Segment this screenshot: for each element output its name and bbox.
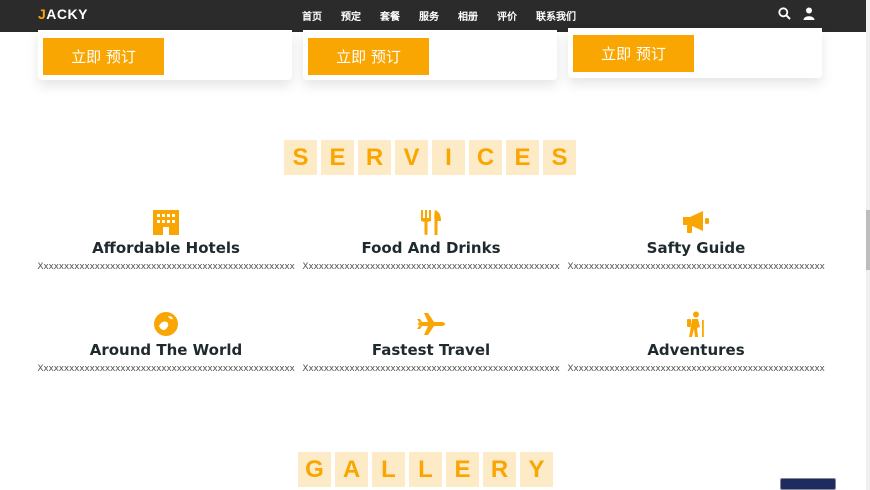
heading-letter: L xyxy=(409,452,442,487)
plane-icon xyxy=(301,311,561,339)
service-title: Around The World xyxy=(89,341,243,359)
heading-letter: V xyxy=(395,140,428,175)
heading-letter: C xyxy=(469,140,502,175)
package-card: 立即 预订 xyxy=(38,30,292,80)
service-item: Safty Guide Xxxxxxxxxxxxxxxxxxxxxxxxxxxx… xyxy=(566,209,826,272)
floating-widget[interactable] xyxy=(780,478,836,490)
service-item: Around The World Xxxxxxxxxxxxxxxxxxxxxxx… xyxy=(36,311,296,374)
bullhorn-icon xyxy=(566,209,826,237)
search-icon[interactable] xyxy=(778,7,791,20)
page-scrollbar-thumb[interactable] xyxy=(866,210,870,270)
brand-logo[interactable]: JACKY xyxy=(38,6,88,22)
book-now-button[interactable]: 立即 预订 xyxy=(43,38,164,75)
heading-letter: A xyxy=(335,452,368,487)
service-description: Xxxxxxxxxxxxxxxxxxxxxxxxxxxxxxxxxxxxxxxx… xyxy=(37,364,295,374)
nav-item-gallery[interactable]: 相册 xyxy=(458,8,478,23)
service-item: Food And Drinks Xxxxxxxxxxxxxxxxxxxxxxxx… xyxy=(301,209,561,272)
globe-icon xyxy=(36,311,296,339)
service-item: Fastest Travel Xxxxxxxxxxxxxxxxxxxxxxxxx… xyxy=(301,311,561,374)
service-description: Xxxxxxxxxxxxxxxxxxxxxxxxxxxxxxxxxxxxxxxx… xyxy=(302,262,560,272)
heading-letter: E xyxy=(506,140,539,175)
nav-item-services[interactable]: 服务 xyxy=(419,8,439,23)
service-item: Adventures Xxxxxxxxxxxxxxxxxxxxxxxxxxxxx… xyxy=(566,311,826,374)
brand-name-rest: ACKY xyxy=(46,6,88,22)
package-card: 立即 预订 xyxy=(303,30,557,80)
nav-item-reviews[interactable]: 评价 xyxy=(497,8,517,23)
service-item: Affordable Hotels Xxxxxxxxxxxxxxxxxxxxxx… xyxy=(36,209,296,272)
service-title: Food And Drinks xyxy=(361,239,501,257)
service-description: Xxxxxxxxxxxxxxxxxxxxxxxxxxxxxxxxxxxxxxxx… xyxy=(302,364,560,374)
hotel-icon xyxy=(36,209,296,237)
heading-letter: L xyxy=(372,452,405,487)
user-icon[interactable] xyxy=(803,7,815,20)
heading-letter: S xyxy=(543,140,576,175)
nav-item-home[interactable]: 首页 xyxy=(302,8,322,23)
services-heading: S E R V I C E S xyxy=(284,140,576,175)
service-description: Xxxxxxxxxxxxxxxxxxxxxxxxxxxxxxxxxxxxxxxx… xyxy=(567,364,825,374)
heading-letter: Y xyxy=(520,452,553,487)
gallery-heading: G A L L E R Y xyxy=(298,452,553,487)
hiking-icon xyxy=(566,311,826,339)
heading-letter: I xyxy=(432,140,465,175)
heading-letter: G xyxy=(298,452,331,487)
nav-menu: 首页 预定 套餐 服务 相册 评价 联系我们 xyxy=(302,8,595,23)
nav-item-contact[interactable]: 联系我们 xyxy=(536,8,576,23)
service-description: Xxxxxxxxxxxxxxxxxxxxxxxxxxxxxxxxxxxxxxxx… xyxy=(567,262,825,272)
heading-letter: E xyxy=(446,452,479,487)
book-now-button[interactable]: 立即 预订 xyxy=(308,38,429,75)
utensils-icon xyxy=(301,209,561,237)
book-now-button[interactable]: 立即 预订 xyxy=(573,35,694,72)
service-title: Fastest Travel xyxy=(371,341,491,359)
service-title: Affordable Hotels xyxy=(92,239,240,257)
heading-letter: E xyxy=(321,140,354,175)
heading-letter: S xyxy=(284,140,317,175)
nav-icons xyxy=(778,7,815,20)
nav-item-booking[interactable]: 预定 xyxy=(341,8,361,23)
nav-item-packages[interactable]: 套餐 xyxy=(380,8,400,23)
service-title: Adventures xyxy=(647,341,745,359)
heading-letter: R xyxy=(358,140,391,175)
package-card: 立即 预订 xyxy=(568,28,822,78)
service-title: Safty Guide xyxy=(646,239,746,257)
heading-letter: R xyxy=(483,452,516,487)
service-description: Xxxxxxxxxxxxxxxxxxxxxxxxxxxxxxxxxxxxxxxx… xyxy=(37,262,295,272)
